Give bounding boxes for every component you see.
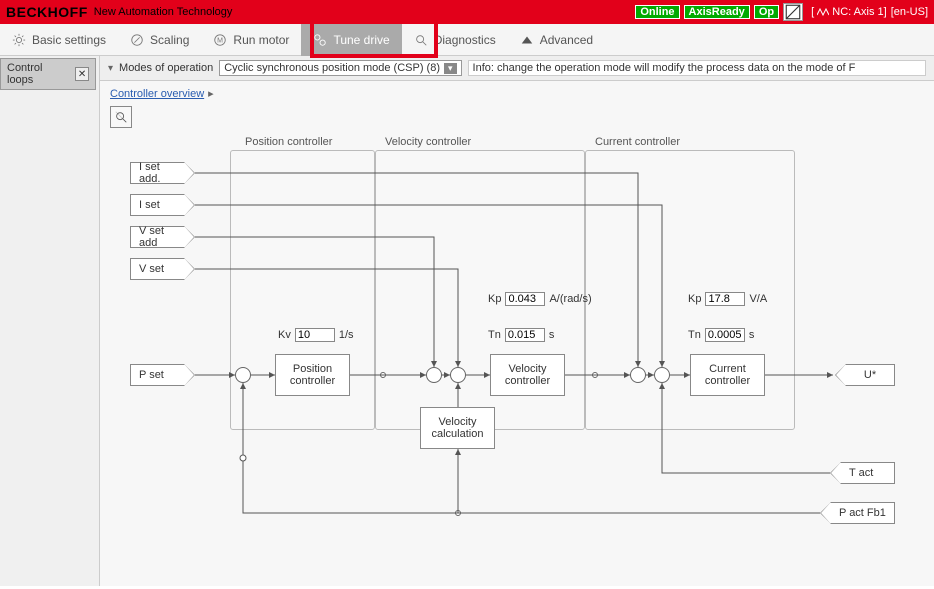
tab-tune-drive[interactable]: Tune drive [301,24,401,56]
tab-advanced[interactable]: Advanced [508,24,605,56]
content-area: ▾ Modes of operation Cyclic synchronous … [100,56,934,586]
modes-row: ▾ Modes of operation Cyclic synchronous … [100,56,934,81]
dropdown-icon: ▾ [444,63,457,74]
close-icon[interactable]: ✕ [75,67,89,81]
device-label: [ NC: Axis 1] [811,6,887,18]
scaling-icon [130,33,144,47]
status-op: Op [754,5,779,19]
app-header: BECKHOFF New Automation Technology Onlin… [0,0,934,24]
svg-text:M: M [217,37,223,44]
status-axisready: AxisReady [684,5,750,19]
modes-label: Modes of operation [119,62,213,74]
advanced-icon [520,33,534,47]
chevron-down-icon[interactable]: ▾ [108,63,113,74]
motor-icon: M [213,33,227,47]
diagram-wires [100,132,934,586]
gear-icon [12,33,26,47]
breadcrumb: Controller overview ▸ [100,81,934,106]
logo: BECKHOFF [6,4,88,20]
modes-select[interactable]: Cyclic synchronous position mode (CSP) (… [219,60,461,76]
modes-info: Info: change the operation mode will mod… [468,60,926,76]
tab-run-motor[interactable]: M Run motor [201,24,301,56]
tab-basic-settings[interactable]: Basic settings [0,24,118,56]
diagnostics-icon [414,33,428,47]
toolbar-icon[interactable] [783,3,803,21]
side-tab-column: Control loops ✕ [0,56,100,586]
zoom-fit-button[interactable] [110,106,132,128]
breadcrumb-overview[interactable]: Controller overview [110,88,204,100]
controller-diagram: Position controller Velocity controller … [100,132,934,586]
tab-diagnostics[interactable]: Diagnostics [402,24,508,56]
main-tabbar: Basic settings Scaling M Run motor Tune … [0,24,934,56]
locale-label: [en-US] [891,6,928,18]
tune-icon [313,33,327,47]
status-online: Online [635,5,679,19]
breadcrumb-arrow-icon: ▸ [208,88,214,100]
side-tab-control-loops[interactable]: Control loops ✕ [0,58,96,90]
tagline: New Automation Technology [94,6,233,18]
tab-scaling[interactable]: Scaling [118,24,201,56]
